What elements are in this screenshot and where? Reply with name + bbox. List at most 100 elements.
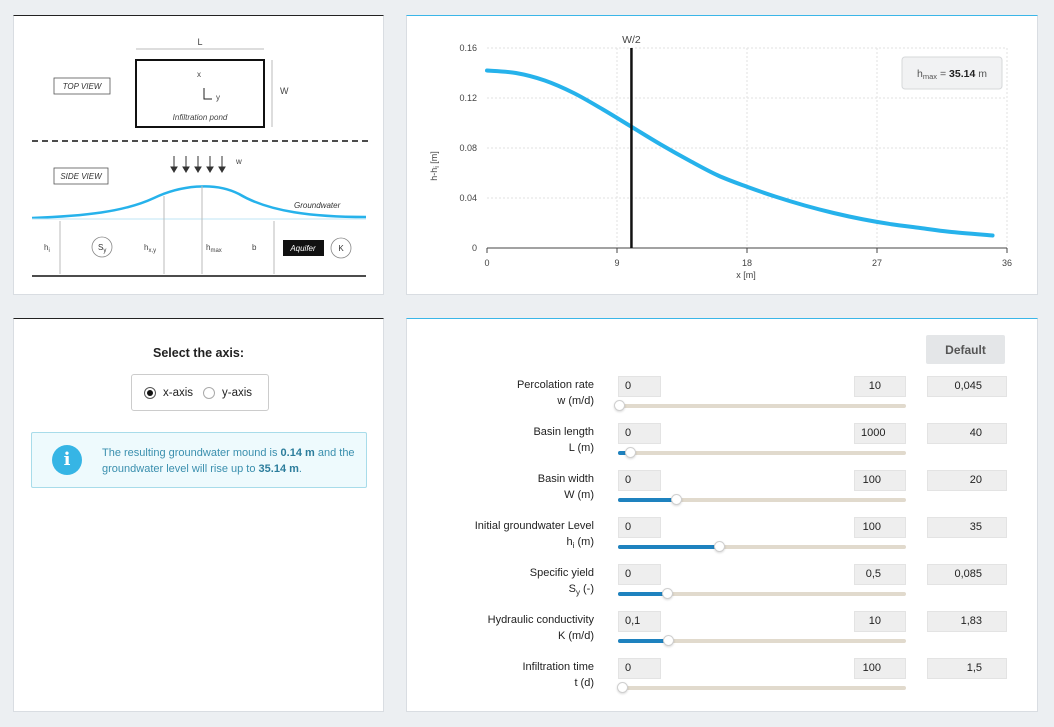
specific-yield-row: Specific yield Sy (-) 0 0,5 0,085 [407,564,1037,611]
infiltration-time-row: Infiltration time t (d) 0 100 1,5 [407,658,1037,705]
measure-lines [59,186,275,274]
y-axis-ticks: 0 0.04 0.08 0.12 0.16 [459,43,477,253]
diagram-panel: L W x y Infiltration pond TOP VIEW SIDE … [13,15,384,295]
hydraulic-conductivity-label: Hydraulic conductivity K (m/d) [487,614,594,642]
parameters-panel: Default Percolation rate w (m/d) 0 10 0,045 B… [406,318,1038,712]
initial-groundwater-level-min-input[interactable]: 0 [618,517,661,538]
y-axis-title: h-hi [m] [429,151,441,181]
basin-length-min-input[interactable]: 0 [618,423,661,444]
mound-chart: 0 0.04 0.08 0.12 0.16 0 9 18 27 36 W/2 x [m] h-h… [429,34,1012,280]
percolation-rate-min-input[interactable]: 0 [618,376,661,397]
basin-width-value-input[interactable]: 20 [927,470,1007,491]
initial-groundwater-level-slider-handle[interactable] [713,541,725,552]
hydraulic-conductivity-max-input[interactable]: 10 [854,611,906,632]
series-line [485,68,995,238]
basin-width-min-input[interactable]: 0 [618,470,661,491]
y-tick-label: 0.12 [459,93,477,103]
marker-label: W/2 [622,34,641,46]
percolation-rate-value-input[interactable]: 0,045 [927,376,1007,397]
recharge-label: w [235,157,242,166]
initial-groundwater-level-label: Initial groundwater Level hi (m) [474,520,594,551]
specific-yield-min-input[interactable]: 0 [618,564,661,585]
info-icon: i [52,445,82,475]
basin-width-slider[interactable] [618,494,906,505]
x-tick-label: 0 [484,258,489,268]
hmax-tooltip: hmax = 35.14 m [901,56,1003,90]
x-axis-title: x [m] [736,270,756,280]
default-button[interactable]: Default [926,335,1005,364]
infiltration-time-slider[interactable] [617,682,906,693]
infiltration-time-slider-handle[interactable] [617,682,629,693]
infiltration-time-min-input[interactable]: 0 [618,658,661,679]
axis-select-title: Select the axis: [152,346,244,360]
basin-length-label: Basin length L (m) [533,426,594,454]
infiltration-time-value-input[interactable]: 1,5 [927,658,1007,679]
basin-length-slider-handle[interactable] [624,447,636,458]
width-label: W [280,86,289,96]
basin-length-value-input[interactable]: 40 [927,423,1007,444]
recharge-arrows [170,156,226,173]
initial-groundwater-level-slider-fill [618,545,719,549]
axis-radio-group: x-axis y-axis [131,374,269,411]
initial-groundwater-level-max-input[interactable]: 100 [854,517,906,538]
x-axis-radio[interactable] [144,386,156,399]
hxy-label: hx,y [144,243,156,254]
x-tick-label: 27 [872,258,882,268]
hydraulic-conductivity-min-input[interactable]: 0,1 [618,611,661,632]
length-label: L [197,37,202,47]
hydraulic-conductivity-slider[interactable] [618,635,906,646]
y-tick-label: 0 [472,243,477,253]
groundwater-label: Groundwater [294,201,341,210]
y-axis-option[interactable]: y-axis [203,386,253,399]
hmax-label: hmax [206,243,222,254]
specific-yield-max-input[interactable]: 0,5 [854,564,906,585]
pond-label: Infiltration pond [173,113,228,122]
infiltration-time-label: Infiltration time t (d) [522,661,594,689]
initial-groundwater-level-slider[interactable] [618,541,906,552]
b-label: b [252,243,257,252]
specific-yield-value-input[interactable]: 0,085 [927,564,1007,585]
basin-length-row: Basin length L (m) 0 1000 40 [407,423,1037,470]
result-info-box: i The resulting groundwater mound is 0.1… [31,432,367,488]
x-tick-label: 9 [614,258,619,268]
y-tick-label: 0.16 [459,43,477,53]
percolation-rate-max-input[interactable]: 10 [854,376,906,397]
aquifer-diagram: L W x y Infiltration pond TOP VIEW SIDE … [31,37,368,277]
specific-yield-label: Specific yield Sy (-) [529,567,594,598]
y-axis-label: y-axis [222,386,253,399]
infiltration-time-max-input[interactable]: 100 [854,658,906,679]
specific-yield-slider-handle[interactable] [661,588,673,599]
percolation-rate-row: Percolation rate w (m/d) 0 10 0,045 [407,376,1037,423]
axis-y-label: y [216,93,220,102]
percolation-rate-label: Percolation rate w (m/d) [516,379,594,407]
side-view-label: SIDE VIEW [60,172,103,181]
result-text: The resulting groundwater mound is 0.14 … [102,447,355,475]
hydraulic-conductivity-slider-handle[interactable] [663,635,675,646]
chart-panel: 0 0.04 0.08 0.12 0.16 0 9 18 27 36 W/2 x [m] h-h… [406,15,1038,295]
percolation-rate-slider[interactable] [614,400,906,411]
specific-yield-slider-fill [618,592,667,596]
specific-yield-slider[interactable] [618,588,906,599]
axis-x-label: x [197,70,201,79]
hydraulic-conductivity-value-input[interactable]: 1,83 [927,611,1007,632]
percolation-rate-slider-handle[interactable] [614,400,626,411]
axis-panel: Select the axis: x-axis y-axis i The res… [13,318,384,712]
x-axis-label: x-axis [163,386,194,399]
axes-icon [203,88,212,100]
x-tick-label: 18 [742,258,752,268]
hydraulic-conductivity-row: Hydraulic conductivity K (m/d) 0,1 10 1,83 [407,611,1037,658]
mound-value: 0.14 m [280,447,315,459]
basin-length-max-input[interactable]: 1000 [854,423,906,444]
basin-width-slider-fill [618,498,676,502]
basin-width-max-input[interactable]: 100 [854,470,906,491]
x-axis-option[interactable]: x-axis [144,386,194,399]
hi-label: hi [44,243,50,254]
basin-width-slider-handle[interactable] [670,494,682,505]
basin-length-slider[interactable] [618,447,906,458]
x-tick-label: 36 [1002,258,1012,268]
basin-width-label: Basin width W (m) [537,473,594,501]
aquifer-label: Aquifer [289,244,316,253]
y-axis-radio[interactable] [203,386,216,399]
y-tick-label: 0.08 [459,143,477,153]
initial-groundwater-level-value-input[interactable]: 35 [927,517,1007,538]
